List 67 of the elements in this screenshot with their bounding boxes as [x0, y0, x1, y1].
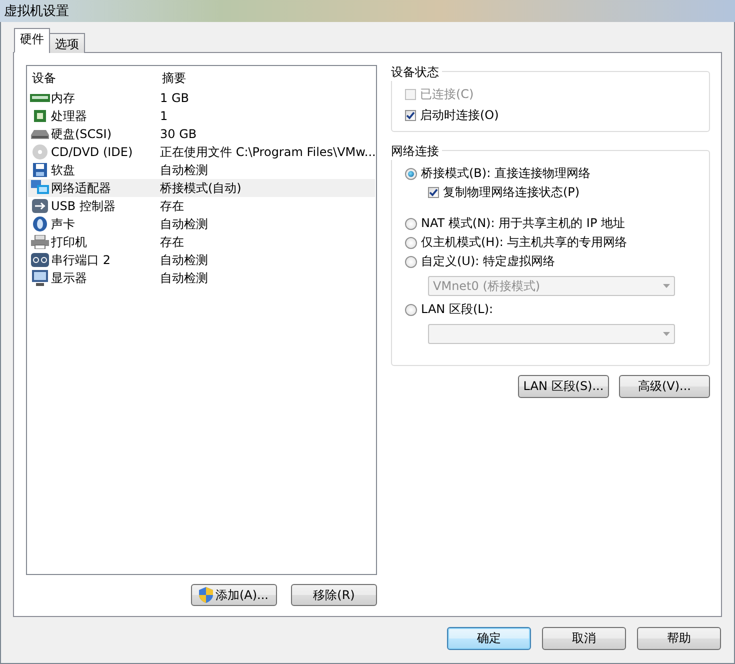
radio-label[interactable]: LAN 区段(L): [421, 301, 494, 318]
memory-icon [30, 92, 50, 104]
disc-icon [32, 144, 48, 160]
checkbox[interactable] [405, 110, 416, 121]
cancel-button[interactable]: 取消 [542, 627, 626, 650]
radio-button[interactable] [405, 256, 417, 268]
monitors-icon [31, 180, 49, 196]
device-summary: 自动检测 [159, 162, 209, 178]
tab[interactable]: 选项 [49, 33, 85, 53]
lan-segments-button[interactable]: LAN 区段(S)... [518, 375, 609, 398]
radio-label[interactable]: 自定义(U): 特定虚拟网络 [421, 253, 556, 270]
device-name[interactable]: 处理器 [51, 108, 87, 124]
device-summary: 存在 [159, 198, 185, 214]
radio-button[interactable] [405, 168, 417, 180]
speaker-icon [32, 216, 48, 232]
radio-button[interactable] [405, 236, 417, 248]
floppy-icon [33, 163, 47, 177]
device-name[interactable]: 打印机 [51, 234, 87, 250]
device-name[interactable]: 显示器 [51, 270, 87, 286]
radio-label[interactable]: NAT 模式(N): 用于共享主机的 IP 地址 [421, 215, 625, 232]
checkbox[interactable] [428, 187, 439, 198]
column-header[interactable]: 摘要 [162, 70, 375, 86]
device-summary: 桥接模式(自动) [159, 180, 242, 196]
device-summary: 自动检测 [159, 270, 209, 286]
radio-label[interactable]: 桥接模式(B): 直接连接物理网络 [421, 165, 590, 182]
radio-button[interactable] [405, 218, 417, 230]
device-name[interactable]: 串行端口 2 [51, 252, 110, 268]
window-title: 虚拟机设置 [4, 3, 69, 20]
chip-icon [33, 109, 47, 123]
device-summary: 30 GB [159, 127, 198, 141]
device-summary: 自动检测 [159, 252, 209, 268]
device-summary: 正在使用文件 C:\Program Files\VMw... [159, 144, 376, 160]
caret-icon [663, 284, 670, 288]
device-row[interactable]: 网络适配器 桥接模式(自动) [28, 179, 375, 197]
check-icon [429, 188, 438, 197]
device-summary: 存在 [159, 234, 185, 250]
usb-icon [32, 199, 48, 213]
device-summary: 1 [159, 109, 169, 123]
device-summary: 自动检测 [159, 216, 209, 232]
column-header[interactable]: 设备 [32, 70, 162, 86]
device-name[interactable]: 硬盘(SCSI) [51, 126, 112, 142]
remove-button[interactable]: 移除(R) [291, 584, 377, 606]
radio-button[interactable] [405, 304, 417, 316]
radio-label[interactable]: 仅主机模式(H): 与主机共享的专用网络 [421, 234, 628, 251]
caret-icon [663, 332, 670, 336]
add-button[interactable]: 添加(A)... [191, 584, 277, 606]
device-name[interactable]: CD/DVD (IDE) [51, 145, 133, 159]
tab[interactable]: 硬件 [14, 28, 50, 53]
device-name[interactable]: USB 控制器 [51, 198, 116, 214]
device-summary: 1 GB [159, 91, 190, 105]
device-name[interactable]: 内存 [51, 90, 75, 106]
device-name[interactable]: 声卡 [51, 216, 75, 232]
device-name[interactable]: 网络适配器 [51, 180, 111, 196]
check-icon [406, 111, 415, 120]
ok-button[interactable]: 确定 [447, 627, 531, 650]
serial-port-icon [31, 253, 49, 267]
advanced-button[interactable]: 高级(V)... [619, 375, 710, 398]
checkbox-label[interactable]: 启动时连接(O) [420, 107, 499, 124]
group-title: 设备状态 [388, 64, 442, 81]
device-name[interactable]: 软盘 [51, 162, 75, 178]
drive-icon [31, 128, 49, 140]
printer-icon [31, 235, 49, 249]
group-title: 网络连接 [388, 143, 442, 160]
shield-icon [199, 587, 214, 603]
checkbox-label[interactable]: 复制物理网络连接状态(P) [443, 184, 580, 201]
monitor-icon [32, 270, 48, 286]
help-button[interactable]: 帮助 [637, 627, 721, 650]
